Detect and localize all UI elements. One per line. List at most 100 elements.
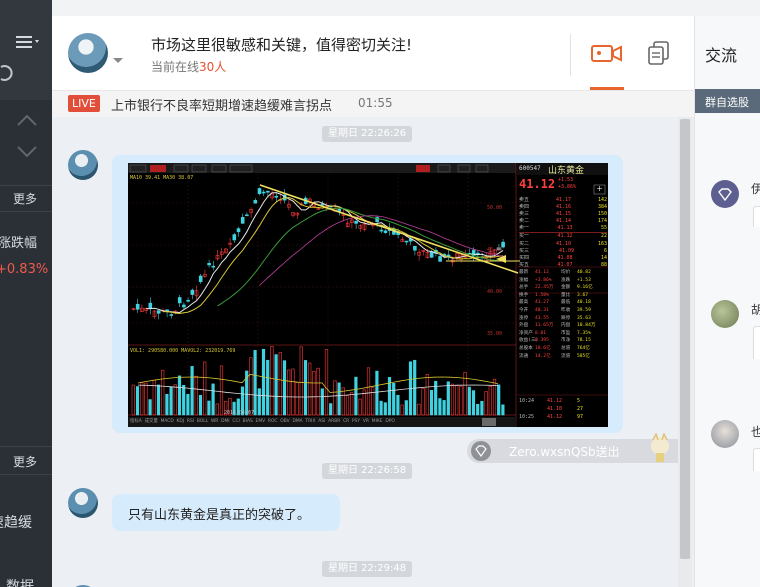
- candle-body: [354, 220, 358, 224]
- member-avatar[interactable]: [711, 420, 739, 448]
- quote-cell: 涨停: [519, 315, 529, 321]
- candle-body: [232, 234, 237, 241]
- indicator-tab[interactable]: 成交量: [145, 419, 158, 424]
- order-book-row: 卖二 41.14 174: [519, 218, 607, 225]
- order-book-cell: 41.12: [557, 233, 573, 240]
- group-stocks-tab[interactable]: 群自选股: [695, 89, 760, 113]
- indicator-tab[interactable]: DMI: [221, 419, 229, 424]
- volume-bar: [215, 403, 219, 416]
- indicator-tab[interactable]: PSY: [352, 419, 360, 424]
- axis-tick: 50.00: [487, 205, 503, 211]
- text-message-bubble[interactable]: 只有山东黄金是真正的突破了。: [112, 494, 340, 531]
- volume-bar: [148, 399, 152, 416]
- order-book-cell: 买四: [519, 254, 530, 261]
- indicator-tab[interactable]: CR: [343, 419, 349, 424]
- news-snippet-2[interactable]: 数据: [6, 576, 34, 587]
- scroll-up-icon[interactable]: [16, 112, 38, 126]
- volume-bar: [257, 388, 261, 416]
- quote-cell: 最低: [561, 300, 571, 306]
- quote-cell: 昨收: [561, 307, 571, 313]
- indicator-tab[interactable]: 指标A: [130, 419, 142, 424]
- sender-avatar[interactable]: [68, 150, 98, 180]
- scrollbar-thumb[interactable]: [680, 119, 690, 559]
- member-name: 胡: [751, 301, 760, 318]
- volume-bar: [207, 400, 211, 416]
- indicator-tab[interactable]: TRIX: [305, 419, 315, 424]
- scroll-down-icon[interactable]: [16, 144, 38, 158]
- documents-icon[interactable]: [646, 40, 672, 66]
- order-book-cell: 买三: [519, 247, 530, 254]
- volume-bar: [484, 391, 488, 416]
- order-book-row: 卖四 41.16 384: [519, 204, 607, 211]
- quote-cell: 41.27: [535, 300, 549, 306]
- volume-bar: [337, 382, 341, 416]
- volume-bar: [341, 387, 345, 416]
- indicator-tab[interactable]: ASI: [318, 419, 325, 424]
- message-bubble-tail: [753, 326, 760, 359]
- order-book-cell: 卖五: [519, 197, 530, 203]
- candle-body: [476, 252, 480, 255]
- member-avatar[interactable]: [711, 180, 739, 208]
- quote-cell: 涨幅: [519, 277, 529, 283]
- indicator-tab[interactable]: CCI: [232, 419, 239, 424]
- indicator-tab[interactable]: WR: [211, 419, 218, 424]
- date-label: 2016/04/07: [224, 410, 255, 416]
- quote-row: 总股本 18.6亿 总值 764亿: [519, 345, 607, 353]
- chevron-down-icon[interactable]: [112, 50, 124, 63]
- indicator-tab[interactable]: DMA: [292, 419, 302, 424]
- day-separator: 星期日 22:29:48: [322, 561, 413, 577]
- indicator-tab[interactable]: MIKE: [372, 419, 383, 424]
- member-avatar[interactable]: [711, 300, 739, 328]
- volume-bar: [173, 384, 177, 416]
- news-snippet[interactable]: 速趋缓: [0, 512, 32, 532]
- message-bubble-tail: [753, 206, 760, 227]
- gift-notification: Zero.wxsnQSb送出: [467, 432, 691, 463]
- indicator-tab[interactable]: VR: [363, 419, 369, 424]
- order-book-cell: 41.10: [555, 240, 572, 247]
- news-headline[interactable]: 上市银行不良率短期增速趋缓难言拐点: [111, 95, 332, 114]
- volume-bar: [186, 394, 190, 416]
- quote-cell: 市盈: [561, 330, 571, 336]
- indicator-tab[interactable]: ROC: [268, 419, 278, 424]
- candle-body: [211, 265, 216, 268]
- indicator-tab[interactable]: OBV: [280, 419, 289, 424]
- quote-cell: 总值: [561, 345, 571, 351]
- order-book-cell: 41.16: [555, 204, 572, 211]
- volume-bar: [501, 404, 505, 416]
- quote-cell: 均价: [561, 270, 571, 275]
- volume-bar: [371, 387, 375, 416]
- refresh-icon[interactable]: [0, 64, 14, 82]
- indicator-tab[interactable]: BIAS: [243, 419, 253, 424]
- chat-scrollbar[interactable]: [678, 117, 692, 587]
- indicator-tab[interactable]: RSI: [187, 419, 194, 424]
- more-link-2[interactable]: 更多: [13, 453, 37, 470]
- volume-bar: [383, 402, 387, 416]
- quote-cell: 764亿: [577, 345, 590, 351]
- volume-bar: [488, 386, 492, 416]
- indicator-tab[interactable]: DPO: [385, 419, 395, 424]
- room-avatar[interactable]: [68, 33, 108, 73]
- tick-cell: 97: [577, 414, 584, 420]
- volume-bar: [165, 393, 169, 416]
- tick-cell: 41.12: [547, 414, 563, 420]
- more-link-1[interactable]: 更多: [13, 190, 37, 207]
- quote-cell: 外盘: [519, 323, 529, 329]
- volume-bar: [316, 367, 320, 416]
- indicator-tab[interactable]: BOLL: [197, 419, 208, 424]
- volume-bar: [161, 369, 165, 416]
- stock-change: +1.53: [558, 177, 574, 183]
- indicator-tab[interactable]: ARBR: [328, 419, 340, 424]
- add-stock-icon[interactable]: +: [594, 184, 605, 194]
- indicator-tab[interactable]: EMV: [256, 419, 266, 424]
- sender-avatar[interactable]: [68, 488, 98, 518]
- volume-bar: [156, 384, 161, 416]
- video-icon[interactable]: [590, 40, 624, 66]
- volume-bar: [429, 390, 434, 416]
- volume-bar: [455, 385, 459, 416]
- stock-chart-image[interactable]: MA10 39.41 MA30 38.07 VOL1: 290580.000 M…: [128, 163, 608, 427]
- news-ticker[interactable]: LIVE 上市银行不良率短期增速趋缓难言拐点 01:55: [52, 91, 694, 117]
- menu-icon[interactable]: [14, 34, 39, 50]
- indicator-tab[interactable]: MACD: [161, 419, 174, 424]
- candle-body: [274, 195, 279, 198]
- indicator-tab[interactable]: KDJ: [177, 419, 185, 424]
